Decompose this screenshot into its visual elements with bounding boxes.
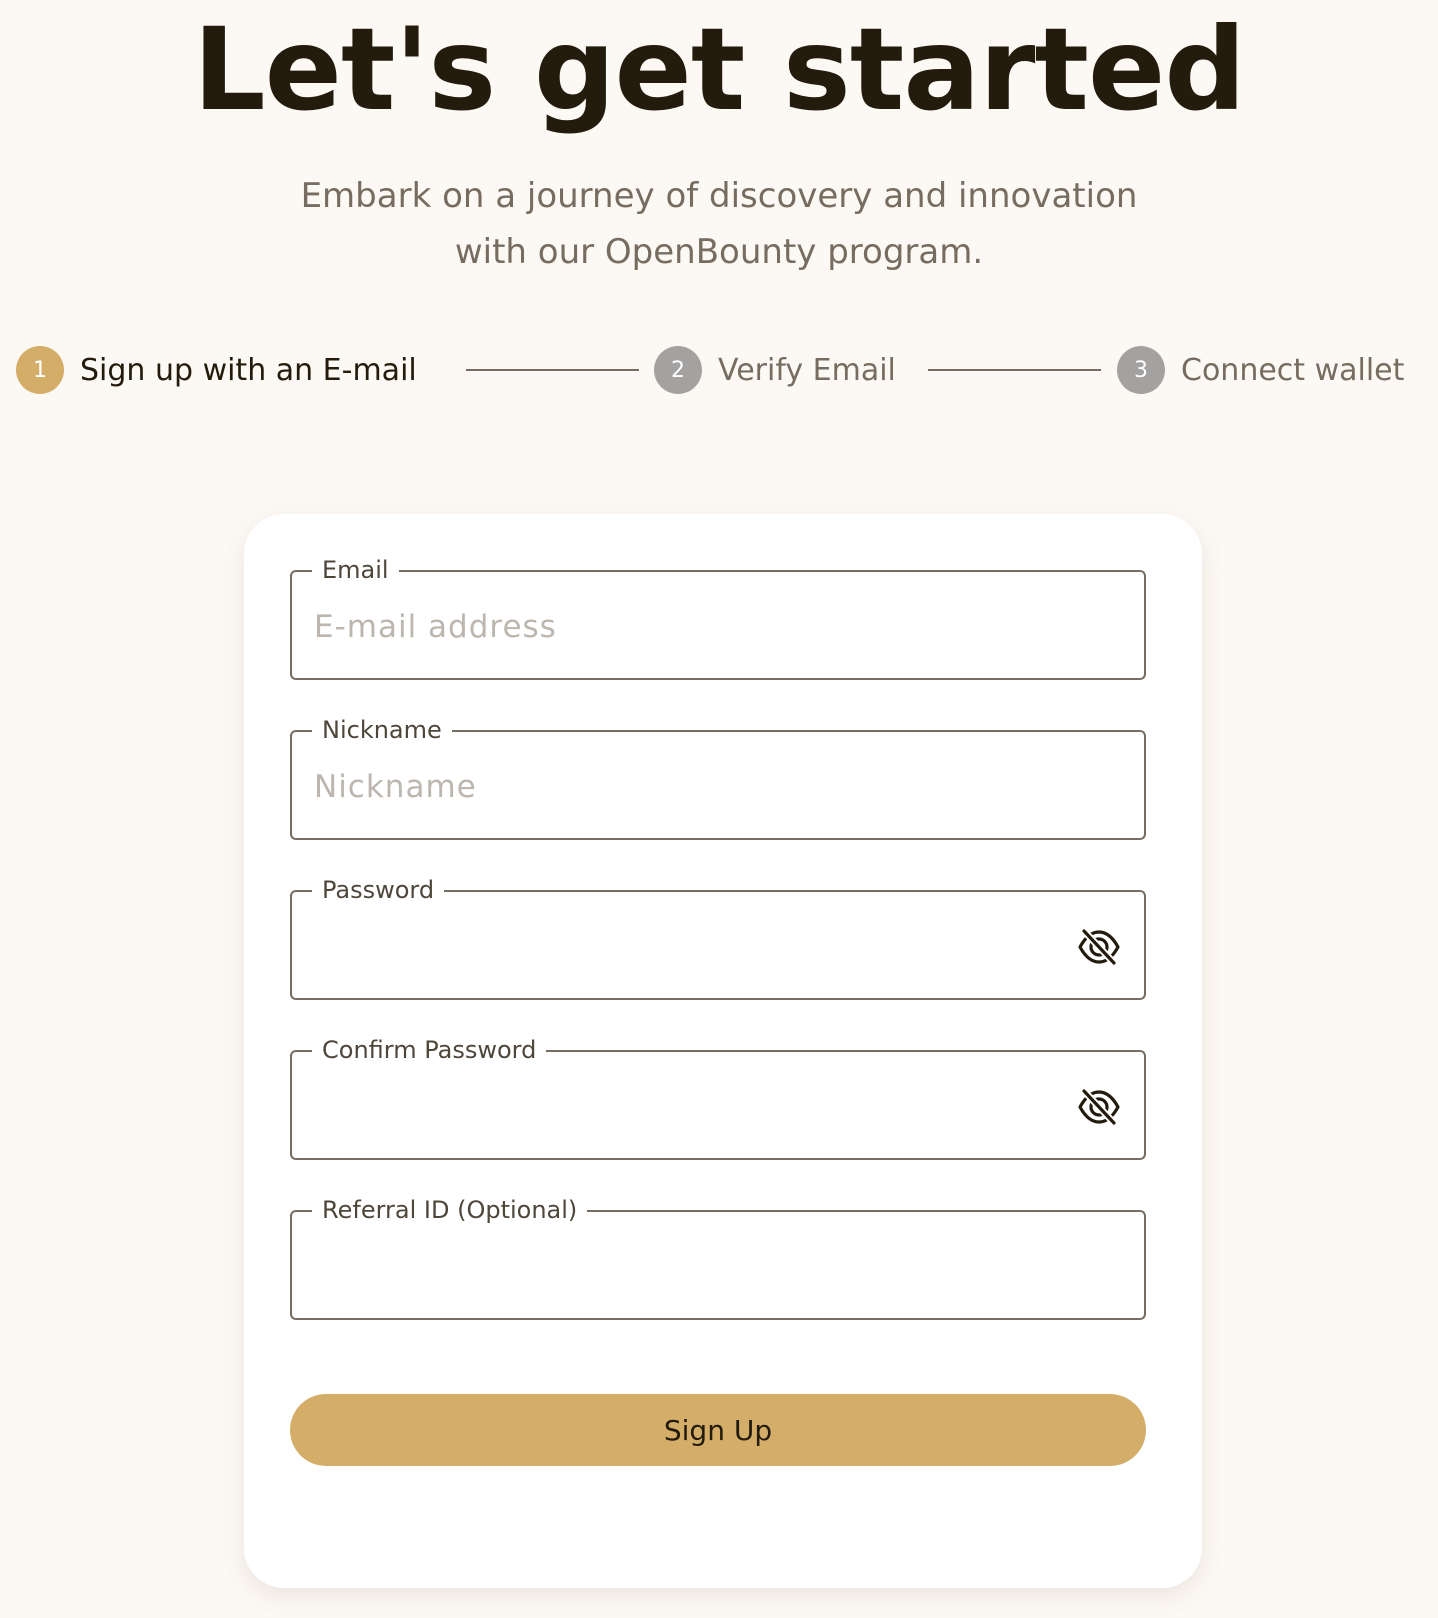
step-label: Connect wallet [1181,352,1405,388]
page-subtitle-line-1: Embark on a journey of discovery and inn… [300,176,1138,216]
referral-id-field-label: Referral ID (Optional) [312,1196,588,1224]
page-title: Let's get started [193,3,1246,136]
sign-up-button[interactable]: Sign Up [290,1394,1146,1466]
step-verify-email: 2 Verify Email [654,345,896,395]
signup-page: Let's get started Embark on a journey of… [0,0,1438,1618]
signup-stepper: 1 Sign up with an E-mail 2 Verify Email … [0,345,1438,395]
email-input[interactable] [314,602,1074,652]
step-signup-email: 1 Sign up with an E-mail [16,345,417,395]
eye-off-icon [1078,1087,1120,1127]
confirm-password-input[interactable] [314,1082,1074,1132]
step-number-badge: 3 [1117,346,1165,394]
page-subtitle-line-2: with our OpenBounty program. [454,232,984,272]
referral-id-input[interactable] [314,1242,1074,1292]
referral-id-field: Referral ID (Optional) [290,1196,1146,1320]
email-field: Email [290,556,1146,680]
page-subtitle: Embark on a journey of discovery and inn… [219,168,1219,280]
step-connector [466,369,639,371]
confirm-password-field: Confirm Password [290,1036,1146,1160]
signup-form-card: Email Nickname Password Confirm Password [244,514,1202,1588]
nickname-field-label: Nickname [312,716,452,744]
nickname-input[interactable] [314,762,1074,812]
confirm-password-field-label: Confirm Password [312,1036,547,1064]
password-field-label: Password [312,876,445,904]
password-field: Password [290,876,1146,1000]
step-label: Sign up with an E-mail [80,352,417,388]
step-number-badge: 1 [16,346,64,394]
step-number-badge: 2 [654,346,702,394]
step-label: Verify Email [718,352,896,388]
step-connect-wallet: 3 Connect wallet [1117,345,1404,395]
password-input[interactable] [314,922,1074,972]
step-connector [928,369,1101,371]
password-visibility-toggle[interactable] [1076,924,1122,970]
confirm-password-visibility-toggle[interactable] [1076,1084,1122,1130]
eye-off-icon [1078,927,1120,967]
email-field-label: Email [312,556,399,584]
nickname-field: Nickname [290,716,1146,840]
